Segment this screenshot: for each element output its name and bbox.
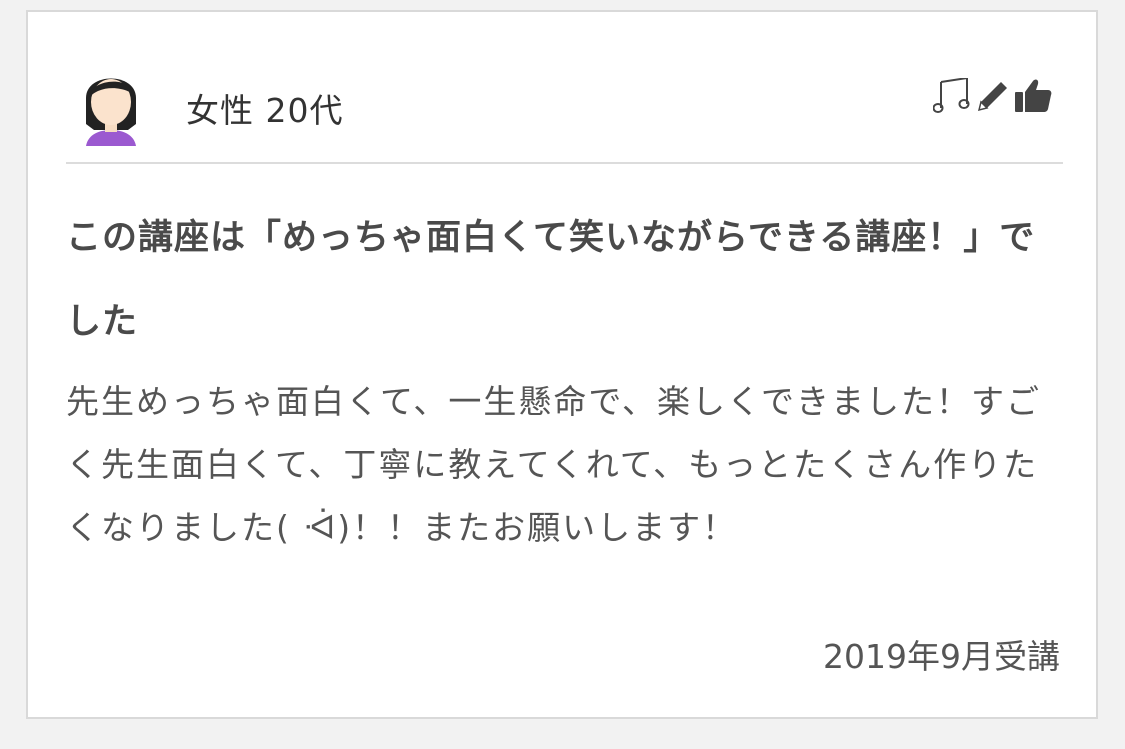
music-notes-icon <box>933 78 970 113</box>
reviewer-label: 女性 20代 <box>186 91 344 130</box>
review-header: 女性 20代 <box>66 60 1063 164</box>
avatar <box>86 78 136 146</box>
review-card: 女性 20代 この講座は「めっちゃ面白くて笑いながらできる講座！」でした 先生め… <box>26 10 1098 719</box>
thumbs-up-icon <box>1015 79 1052 112</box>
review-body: 先生めっちゃ面白くて、一生懸命で、楽しくできました！すごく先生面白くて、丁寧に教… <box>66 382 1042 547</box>
header-divider <box>66 162 1063 164</box>
review-icons <box>933 78 1053 114</box>
review-title: この講座は「めっちゃ面白くて笑いながらできる講座！」でした <box>66 218 1036 342</box>
pencil-icon <box>977 82 1007 112</box>
review-date: 2019年9月受講 <box>823 637 1060 676</box>
